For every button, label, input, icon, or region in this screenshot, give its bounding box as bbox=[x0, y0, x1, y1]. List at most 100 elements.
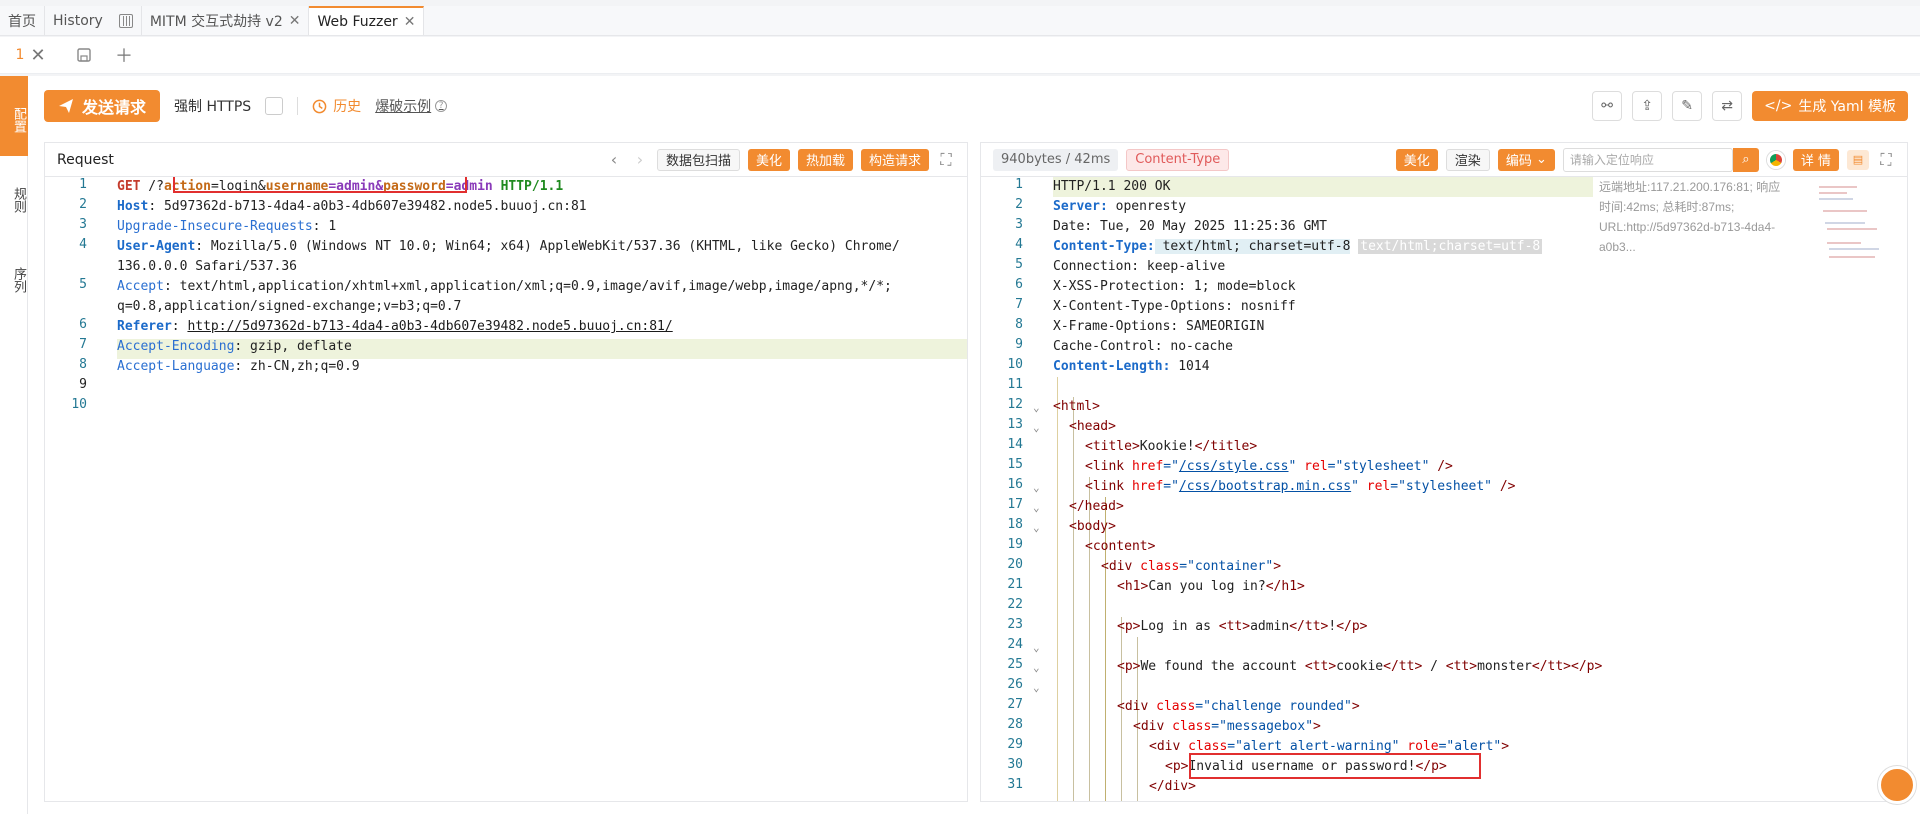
fold-chevron-icon[interactable]: ⌄ bbox=[1033, 681, 1040, 694]
search-icon[interactable]: ⌕ bbox=[1732, 147, 1759, 172]
code-text: </tt> bbox=[1531, 659, 1572, 674]
render-button[interactable]: 渲染 bbox=[1445, 148, 1490, 171]
force-https-checkbox[interactable] bbox=[265, 97, 284, 115]
sidebar-item-label: 序列 bbox=[11, 267, 26, 293]
content-type-badge: Content-Type bbox=[1126, 148, 1230, 171]
tab-web-fuzzer[interactable]: Web Fuzzer ✕ bbox=[309, 6, 425, 35]
code-text: ! bbox=[1328, 619, 1337, 634]
code-text: > bbox=[1273, 559, 1282, 574]
code-text: cookie bbox=[1336, 659, 1384, 674]
header-line: Accept-Encoding: gzip, deflate bbox=[117, 337, 352, 357]
header-name: Server: bbox=[1053, 199, 1108, 214]
fullscreen-icon[interactable]: ⛶ bbox=[937, 150, 955, 170]
add-icon[interactable]: ＋ bbox=[104, 37, 144, 74]
response-editor[interactable]: 远端地址:117.21.200.176:81; 响应时间:42ms; 总耗时:8… bbox=[981, 177, 1907, 801]
generate-yaml-button[interactable]: </> 生成 Yaml 模板 bbox=[1752, 91, 1908, 121]
line-number: 30 bbox=[1007, 757, 1023, 772]
chevron-right-icon[interactable]: › bbox=[631, 150, 649, 169]
close-icon[interactable]: ✕ bbox=[404, 14, 416, 30]
encode-dropdown[interactable]: 编码 ⌄ bbox=[1497, 148, 1555, 171]
line-number: 23 bbox=[1007, 617, 1023, 632]
html-line: <title>Kookie!</title> bbox=[1085, 437, 1257, 457]
swap-icon[interactable]: ⇄ bbox=[1712, 91, 1743, 121]
share-icon[interactable]: ⚯ bbox=[1592, 91, 1623, 121]
header-name: Accept-Encoding bbox=[117, 339, 235, 354]
beautify-button[interactable]: 美化 bbox=[1395, 148, 1438, 171]
line-number: 14 bbox=[1007, 437, 1023, 452]
html-line: <h1>Can you log in?</h1> bbox=[1117, 577, 1305, 597]
code-text: <div bbox=[1133, 719, 1173, 734]
code-text: : text/html,application/xhtml+xml,applic… bbox=[163, 279, 892, 294]
fold-chevron-icon[interactable]: ⌄ bbox=[1033, 501, 1040, 514]
code-text: openresty bbox=[1107, 199, 1187, 214]
code-text: : 5d97362d-b713-4da4-a0b3-4db607e39482.n… bbox=[148, 199, 587, 214]
fold-chevron-icon[interactable]: ⌄ bbox=[1033, 401, 1040, 414]
referer-url[interactable]: http://5d97362d-b713-4da4-a0b3-4db607e39… bbox=[187, 319, 672, 334]
build-request-button[interactable]: 构造请求 bbox=[860, 148, 929, 171]
fold-chevron-icon[interactable]: ⌄ bbox=[1033, 421, 1040, 434]
sidebar-item-rules[interactable]: 规则 bbox=[0, 156, 28, 236]
fold-chevron-icon[interactable]: ⌄ bbox=[1033, 661, 1040, 674]
left-sidebar: 配置 规则 序列 bbox=[0, 76, 28, 814]
response-info: 远端地址:117.21.200.176:81; 响应时间:42ms; 总耗时:8… bbox=[1599, 180, 1781, 254]
close-icon[interactable]: ✕ bbox=[28, 37, 48, 74]
history-button[interactable]: 历史 bbox=[312, 96, 361, 116]
status-line: HTTP/1.1 200 OK bbox=[1053, 179, 1171, 194]
line-number: 12 bbox=[1007, 397, 1023, 412]
code-link[interactable]: /css/bootstrap.min.css bbox=[1179, 479, 1351, 494]
packet-scan-button[interactable]: 数据包扫描 bbox=[656, 148, 740, 171]
close-icon[interactable]: ✕ bbox=[289, 13, 301, 29]
fold-chevron-icon[interactable]: ⌄ bbox=[1033, 641, 1040, 654]
tab-label: History bbox=[53, 12, 103, 29]
tab-home[interactable]: 首页 bbox=[0, 6, 45, 35]
request-title: Request bbox=[57, 151, 114, 168]
export-icon[interactable]: ⇪ bbox=[1632, 91, 1663, 121]
yaml-label: 生成 Yaml 模板 bbox=[1798, 99, 1896, 115]
detail-button[interactable]: 详 情 bbox=[1792, 148, 1839, 171]
hotload-button[interactable]: 热加载 bbox=[797, 148, 853, 171]
sidebar-item-sequence[interactable]: 序列 bbox=[0, 236, 28, 316]
code-text: : Mozilla/5.0 (Windows NT 10.0; Win64; x… bbox=[195, 239, 900, 254]
request-editor[interactable]: 1 2 3 4 5 6 7 8 9 10 GET /?action=login&… bbox=[45, 177, 967, 801]
brute-example-link[interactable]: 爆破示例? bbox=[375, 96, 448, 116]
send-request-button[interactable]: 发送请求 bbox=[44, 90, 161, 122]
send-request-label: 发送请求 bbox=[82, 98, 147, 117]
line-number: 11 bbox=[1007, 377, 1023, 392]
tab-history[interactable]: History bbox=[45, 6, 142, 35]
tab-mitm[interactable]: MITM 交互式劫持 v2 ✕ bbox=[142, 6, 310, 35]
code-text: <p> bbox=[1117, 619, 1141, 634]
header-line-wrap: 136.0.0.0 Safari/537.36 bbox=[117, 259, 298, 274]
fullscreen-icon[interactable]: ⛶ bbox=[1877, 150, 1895, 170]
chevron-left-icon[interactable]: ‹ bbox=[605, 150, 623, 169]
comment-icon[interactable]: ▤ bbox=[1847, 149, 1869, 170]
fold-chevron-icon[interactable]: ⌄ bbox=[1033, 521, 1040, 534]
edit-icon[interactable]: ✎ bbox=[1672, 91, 1703, 121]
brute-label: 爆破示例 bbox=[375, 99, 432, 115]
fold-chevron-icon[interactable]: ⌄ bbox=[1033, 481, 1040, 494]
html-line: <head> bbox=[1069, 419, 1116, 434]
code-text: ="stylesheet" bbox=[1390, 479, 1493, 494]
mascot-icon[interactable] bbox=[1878, 766, 1916, 804]
header-name: Host bbox=[117, 199, 149, 214]
highlight-box bbox=[1189, 753, 1481, 779]
code-text: ="alert" bbox=[1438, 739, 1502, 754]
line-number: 18 bbox=[1007, 517, 1023, 532]
header-line: Connection: keep-alive bbox=[1053, 259, 1226, 274]
search-input[interactable]: 请输入定位响应 bbox=[1562, 147, 1733, 172]
line-number: 9 bbox=[1015, 337, 1023, 352]
header-line: User-Agent: Mozilla/5.0 (Windows NT 10.0… bbox=[117, 237, 900, 257]
code-link[interactable]: /css/style.css bbox=[1179, 459, 1289, 474]
code-text: /> bbox=[1492, 479, 1516, 494]
header-line: X-Content-Type-Options: nosniff bbox=[1053, 299, 1296, 314]
beautify-button[interactable]: 美化 bbox=[747, 148, 790, 171]
sidebar-item-config[interactable]: 配置 bbox=[0, 76, 28, 156]
table-icon bbox=[118, 13, 133, 28]
code-text: <div bbox=[1101, 559, 1141, 574]
header-line: Content-Type: text/html; charset=utf-8 t… bbox=[1053, 237, 1543, 257]
code-text: : 1 bbox=[312, 219, 337, 234]
code-text: HTTP/1.1 bbox=[492, 179, 564, 194]
line-number: 5 bbox=[1015, 257, 1023, 272]
header-line: X-Frame-Options: SAMEORIGIN bbox=[1053, 319, 1265, 334]
chrome-icon[interactable] bbox=[1766, 150, 1785, 169]
save-icon[interactable] bbox=[64, 37, 104, 74]
